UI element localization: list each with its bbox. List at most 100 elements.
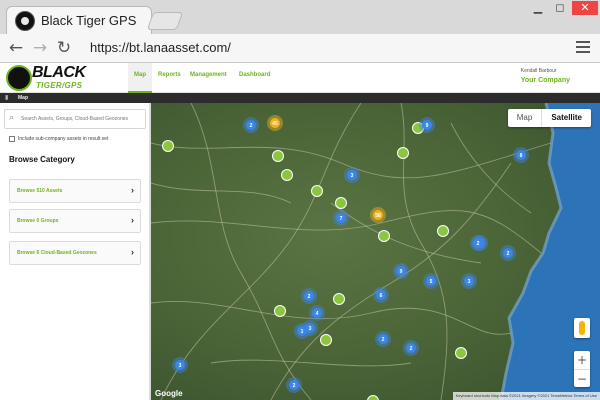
cluster-marker[interactable]: 2 xyxy=(375,331,391,347)
map-type-control: Map Satellite xyxy=(507,109,591,127)
cluster-marker[interactable]: 6 xyxy=(373,287,389,303)
user-name: Kendall Barbour xyxy=(520,68,557,74)
cluster-marker[interactable]: 58 xyxy=(370,207,386,223)
cluster-marker[interactable]: 3 xyxy=(172,357,188,373)
cluster-count: 2 xyxy=(507,251,510,257)
map-type-satellite-button[interactable]: Satellite xyxy=(541,109,591,127)
sidebar: ⌕ Include sub-company assets in result s… xyxy=(0,103,150,400)
cluster-count: 9 xyxy=(426,123,429,129)
cluster-count: 2 xyxy=(308,294,311,300)
cluster-count: 2 xyxy=(410,346,413,352)
cluster-marker[interactable]: 9 xyxy=(419,117,435,133)
reload-icon[interactable]: ↻ xyxy=(54,38,74,58)
cluster-count: 3 xyxy=(351,173,354,179)
cluster-marker[interactable]: 3 xyxy=(461,273,477,289)
tab-title: Black Tiger GPS xyxy=(41,13,137,28)
chevron-right-icon: › xyxy=(131,215,134,225)
search-icon: ⌕ xyxy=(9,113,15,123)
cluster-marker[interactable]: 2 xyxy=(286,377,302,393)
cluster-count: 5 xyxy=(430,279,433,285)
browse-item-label: Browse 0 Groups xyxy=(17,218,59,224)
asset-marker[interactable] xyxy=(311,185,323,197)
minimize-icon[interactable]: ▁ xyxy=(528,1,548,15)
brand-logo[interactable]: BLACK TIGER/GPS xyxy=(6,64,96,92)
tiger-head-icon xyxy=(6,65,32,91)
cluster-marker[interactable]: 2 xyxy=(470,235,486,251)
nav-map[interactable]: Map xyxy=(128,63,152,93)
nav-reports[interactable]: Reports xyxy=(152,63,187,93)
asset-marker[interactable] xyxy=(162,140,174,152)
map-type-map-button[interactable]: Map xyxy=(508,109,542,127)
maximize-icon[interactable]: ◻ xyxy=(550,1,570,15)
asset-marker[interactable] xyxy=(272,150,284,162)
back-icon[interactable]: ← xyxy=(6,38,26,58)
nav-dashboard[interactable]: Dashboard xyxy=(233,63,276,93)
browse-geozones-button[interactable]: Browse 6 Cloud-Based Geozones › xyxy=(9,241,141,265)
cluster-count: 6 xyxy=(380,293,383,299)
cluster-marker[interactable]: 3 xyxy=(302,320,318,336)
satellite-map[interactable]: 245983587329536242323232 xyxy=(151,103,600,400)
cluster-count: 2 xyxy=(250,123,253,129)
browser-menu-icon[interactable] xyxy=(576,41,590,55)
cluster-marker[interactable]: 2 xyxy=(243,117,259,133)
breadcrumb: ▮ Map xyxy=(0,93,600,103)
cluster-marker[interactable]: 2 xyxy=(403,340,419,356)
asset-marker[interactable] xyxy=(378,230,390,242)
zoom-out-button[interactable]: − xyxy=(574,369,590,387)
map-attribution[interactable]: Keyboard shortcuts Map data ©2021 Imager… xyxy=(452,392,600,400)
browse-category-title: Browse Category xyxy=(9,155,75,164)
cluster-count: 58 xyxy=(375,213,381,219)
asset-marker[interactable] xyxy=(320,334,332,346)
search-box: ⌕ xyxy=(4,109,146,129)
brand-wordmark-bottom: TIGER/GPS xyxy=(36,81,83,90)
cluster-marker[interactable]: 45 xyxy=(267,115,283,131)
cluster-count: 2 xyxy=(382,337,385,343)
street-view-pegman-icon[interactable] xyxy=(574,318,590,338)
cluster-count: 2 xyxy=(477,241,480,247)
cluster-count: 3 xyxy=(468,279,471,285)
nav-management[interactable]: Management xyxy=(184,63,233,93)
map-view[interactable]: 245983587329536242323232 Map Satellite +… xyxy=(151,103,600,400)
asset-marker[interactable] xyxy=(274,305,286,317)
search-input[interactable] xyxy=(21,113,141,125)
cluster-marker[interactable]: 5 xyxy=(423,273,439,289)
cluster-count: 45 xyxy=(272,121,278,127)
cluster-marker[interactable]: 2 xyxy=(301,288,317,304)
asset-marker[interactable] xyxy=(397,147,409,159)
browser-window: Black Tiger GPS ▁ ◻ ✕ ← → ↻ https://bt.l… xyxy=(0,0,600,400)
asset-marker[interactable] xyxy=(335,197,347,209)
tiger-logo-icon xyxy=(15,11,35,31)
asset-marker[interactable] xyxy=(455,347,467,359)
cluster-marker[interactable]: 9 xyxy=(393,263,409,279)
company-name: Your Company xyxy=(520,77,570,84)
user-menu[interactable]: Kendall Barbour Your Company xyxy=(521,68,570,84)
zoom-control: + − xyxy=(574,351,590,387)
address-bar[interactable]: https://bt.lanaasset.com/ xyxy=(90,40,231,55)
tab-strip: Black Tiger GPS ▁ ◻ ✕ xyxy=(0,0,600,34)
asset-marker[interactable] xyxy=(281,169,293,181)
cluster-count: 8 xyxy=(520,153,523,159)
browse-item-label: Browse 510 Assets xyxy=(17,188,63,194)
asset-marker[interactable] xyxy=(333,293,345,305)
include-sub-company-label: Include sub-company assets in result set xyxy=(18,136,109,142)
cluster-marker[interactable]: 3 xyxy=(344,167,360,183)
include-sub-company-checkbox[interactable] xyxy=(9,136,15,142)
zoom-in-button[interactable]: + xyxy=(574,351,590,369)
cluster-count: 2 xyxy=(293,383,296,389)
forward-icon[interactable]: → xyxy=(30,38,50,58)
cluster-marker[interactable]: 2 xyxy=(500,245,516,261)
cluster-count: 7 xyxy=(340,216,343,222)
breadcrumb-current: Map xyxy=(18,95,28,101)
home-icon[interactable]: ▮ xyxy=(5,95,11,101)
cluster-count: 3 xyxy=(179,363,182,369)
close-icon[interactable]: ✕ xyxy=(572,1,598,15)
browser-tab[interactable]: Black Tiger GPS xyxy=(6,6,152,34)
browse-groups-button[interactable]: Browse 0 Groups › xyxy=(9,209,141,233)
cluster-marker[interactable]: 4 xyxy=(309,305,325,321)
cluster-marker[interactable]: 8 xyxy=(513,147,529,163)
browse-assets-button[interactable]: Browse 510 Assets › xyxy=(9,179,141,203)
new-tab-button[interactable] xyxy=(146,12,184,30)
google-logo: Google xyxy=(155,389,183,398)
cluster-marker[interactable]: 7 xyxy=(333,210,349,226)
asset-marker[interactable] xyxy=(437,225,449,237)
